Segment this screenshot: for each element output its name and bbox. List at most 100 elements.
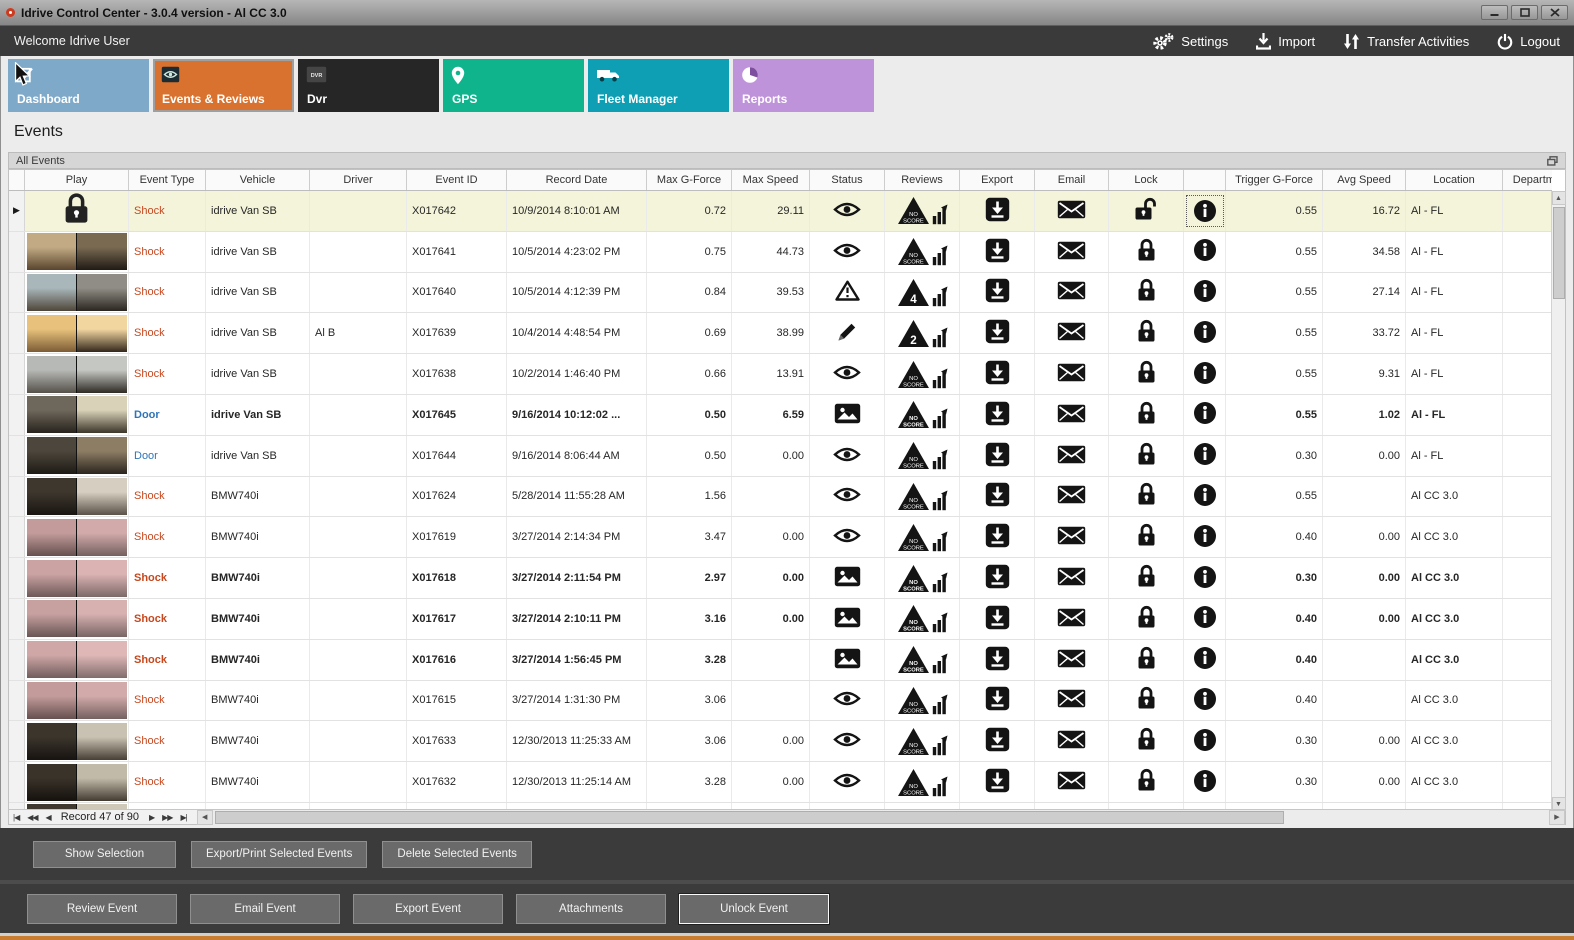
status-eye-icon[interactable] <box>833 364 861 384</box>
column-header-play[interactable]: Play <box>25 170 129 190</box>
column-header-driver[interactable]: Driver <box>310 170 407 190</box>
status-pencil-icon[interactable] <box>836 321 858 346</box>
column-header-type[interactable]: Event Type <box>129 170 206 190</box>
horizontal-scrollbar[interactable]: ◀ ▶ <box>196 809 1565 825</box>
column-header-lock[interactable]: Lock <box>1109 170 1184 190</box>
event-thumbnail[interactable] <box>26 641 127 679</box>
export-icon[interactable] <box>985 319 1010 347</box>
lock-icon[interactable] <box>1136 646 1157 674</box>
info-icon[interactable] <box>1193 279 1217 306</box>
event-thumbnail[interactable] <box>26 437 127 475</box>
info-icon[interactable] <box>1193 646 1217 673</box>
event-thumbnail[interactable] <box>26 559 127 597</box>
column-header-selector[interactable] <box>9 170 25 190</box>
email-icon[interactable] <box>1057 608 1086 630</box>
event-thumbnail[interactable] <box>26 273 127 311</box>
review-score-badge[interactable]: 4 <box>897 278 948 307</box>
table-row[interactable]: Shock BMW740i X017618 3/27/2014 2:11:54 PM 2… <box>9 558 1552 599</box>
lock-icon[interactable] <box>1136 482 1157 510</box>
event-thumbnail[interactable] <box>26 600 127 638</box>
email-icon[interactable] <box>1057 281 1086 303</box>
column-header-location[interactable]: Location <box>1406 170 1503 190</box>
info-icon[interactable] <box>1193 605 1217 632</box>
table-row[interactable]: Shock BMW740i X017619 3/27/2014 2:14:34 PM 3… <box>9 517 1552 559</box>
vertical-scrollbar[interactable]: ▲ ▼ <box>1551 191 1566 811</box>
review-score-badge[interactable]: NO SCORE <box>897 604 948 633</box>
status-eye-icon[interactable] <box>833 731 861 751</box>
lock-icon[interactable] <box>1136 360 1157 388</box>
column-header-vehicle[interactable]: Vehicle <box>206 170 310 190</box>
event-thumbnail[interactable] <box>26 722 127 760</box>
status-eye-icon[interactable] <box>833 527 861 547</box>
status-eye-icon[interactable] <box>833 201 861 221</box>
event-thumbnail[interactable] <box>26 477 127 515</box>
review-score-badge[interactable]: NO SCORE <box>897 768 948 797</box>
nav-tile-reports[interactable]: Reports <box>733 59 874 112</box>
email-icon[interactable] <box>1057 526 1086 548</box>
table-row[interactable]: Shock idrive Van SB X017638 10/2/2014 1:46:… <box>9 354 1552 395</box>
table-row[interactable]: Shock BMW740i X017633 12/30/2013 11:25:33 A… <box>9 721 1552 763</box>
info-icon[interactable] <box>1193 565 1217 592</box>
event-thumbnail[interactable] <box>26 355 127 393</box>
pager-prev-record-button[interactable]: ◀ <box>42 813 55 822</box>
scroll-left-button[interactable]: ◀ <box>196 809 213 825</box>
nav-tile-gps[interactable]: GPS <box>443 59 584 112</box>
table-row[interactable]: Shock BMW740i X017616 3/27/2014 1:56:45 PM 3… <box>9 639 1552 681</box>
export-icon[interactable] <box>985 442 1010 470</box>
table-row[interactable]: Shock BMW740i X017617 3/27/2014 2:10:11 PM 3… <box>9 598 1552 640</box>
lock-icon[interactable] <box>1136 564 1157 592</box>
email-icon[interactable] <box>1057 649 1086 671</box>
maximize-button[interactable] <box>1511 5 1538 20</box>
status-eye-icon[interactable] <box>833 446 861 466</box>
export-icon[interactable] <box>985 482 1010 510</box>
export-icon[interactable] <box>985 768 1010 796</box>
pager-next-record-button[interactable]: ▶ <box>145 813 158 822</box>
status-eye-icon[interactable] <box>833 486 861 506</box>
pager-last-record-button[interactable]: ▶| <box>176 813 190 822</box>
email-icon[interactable] <box>1057 200 1086 222</box>
column-header-id[interactable]: Event ID <box>407 170 507 190</box>
info-icon[interactable] <box>1193 442 1217 469</box>
column-header-speed[interactable]: Max Speed <box>732 170 810 190</box>
export-icon[interactable] <box>985 401 1010 429</box>
minimize-button[interactable] <box>1481 5 1508 20</box>
event-thumbnail[interactable] <box>26 763 127 801</box>
table-row[interactable]: Shock idrive Van SB X017641 10/5/2014 4:23:… <box>9 231 1552 273</box>
lock-icon[interactable] <box>1136 523 1157 551</box>
horizontal-scroll-thumb[interactable] <box>214 810 1284 824</box>
review-score-badge[interactable]: NO SCORE <box>897 523 948 552</box>
info-icon[interactable] <box>1193 687 1217 714</box>
table-row[interactable]: Shock BMW740i X017615 3/27/2014 1:31:30 PM 3… <box>9 680 1552 722</box>
delete-selected-events-button[interactable]: Delete Selected Events <box>382 840 532 868</box>
nav-tile-fleet[interactable]: Fleet Manager <box>588 59 729 112</box>
lock-icon[interactable] <box>1136 768 1157 796</box>
export-icon[interactable] <box>985 360 1010 388</box>
scroll-right-button[interactable]: ▶ <box>1549 809 1565 825</box>
review-score-badge[interactable]: NO SCORE <box>897 564 948 593</box>
table-row[interactable]: Shock idrive Van SB X017640 10/5/2014 4:12:… <box>9 272 1552 314</box>
status-eye-icon[interactable] <box>833 242 861 262</box>
column-header-reviews[interactable]: Reviews <box>885 170 960 190</box>
column-header-date[interactable]: Record Date <box>507 170 647 190</box>
email-icon[interactable] <box>1057 445 1086 467</box>
export-event-button[interactable]: Export Event <box>353 893 503 924</box>
event-thumbnail[interactable] <box>26 314 127 352</box>
column-header-dept[interactable]: Department <box>1503 170 1552 190</box>
pager-prev-page-button[interactable]: ◀◀ <box>23 813 41 822</box>
info-icon[interactable] <box>1193 769 1217 796</box>
review-score-badge[interactable]: 2 <box>897 319 948 348</box>
review-score-badge[interactable]: NO SCORE <box>897 727 948 756</box>
table-row[interactable]: Door idrive Van SB X017644 9/16/2014 8:06:4… <box>9 435 1552 477</box>
pager-first-record-button[interactable]: |◀ <box>9 813 23 822</box>
export-icon[interactable] <box>985 523 1010 551</box>
topbar-action-logout[interactable]: Logout <box>1497 33 1560 50</box>
column-header-export[interactable]: Export <box>960 170 1035 190</box>
nav-tile-events[interactable]: Events & Reviews <box>153 59 294 112</box>
export-icon[interactable] <box>985 564 1010 592</box>
status-warning-icon[interactable] <box>834 280 860 304</box>
email-icon[interactable] <box>1057 322 1086 344</box>
review-score-badge[interactable]: NO SCORE <box>897 441 948 470</box>
unlock-event-button[interactable]: Unlock Event <box>679 893 829 924</box>
nav-tile-dvr[interactable]: DVR Dvr <box>298 59 439 112</box>
column-header-avg[interactable]: Avg Speed <box>1323 170 1406 190</box>
